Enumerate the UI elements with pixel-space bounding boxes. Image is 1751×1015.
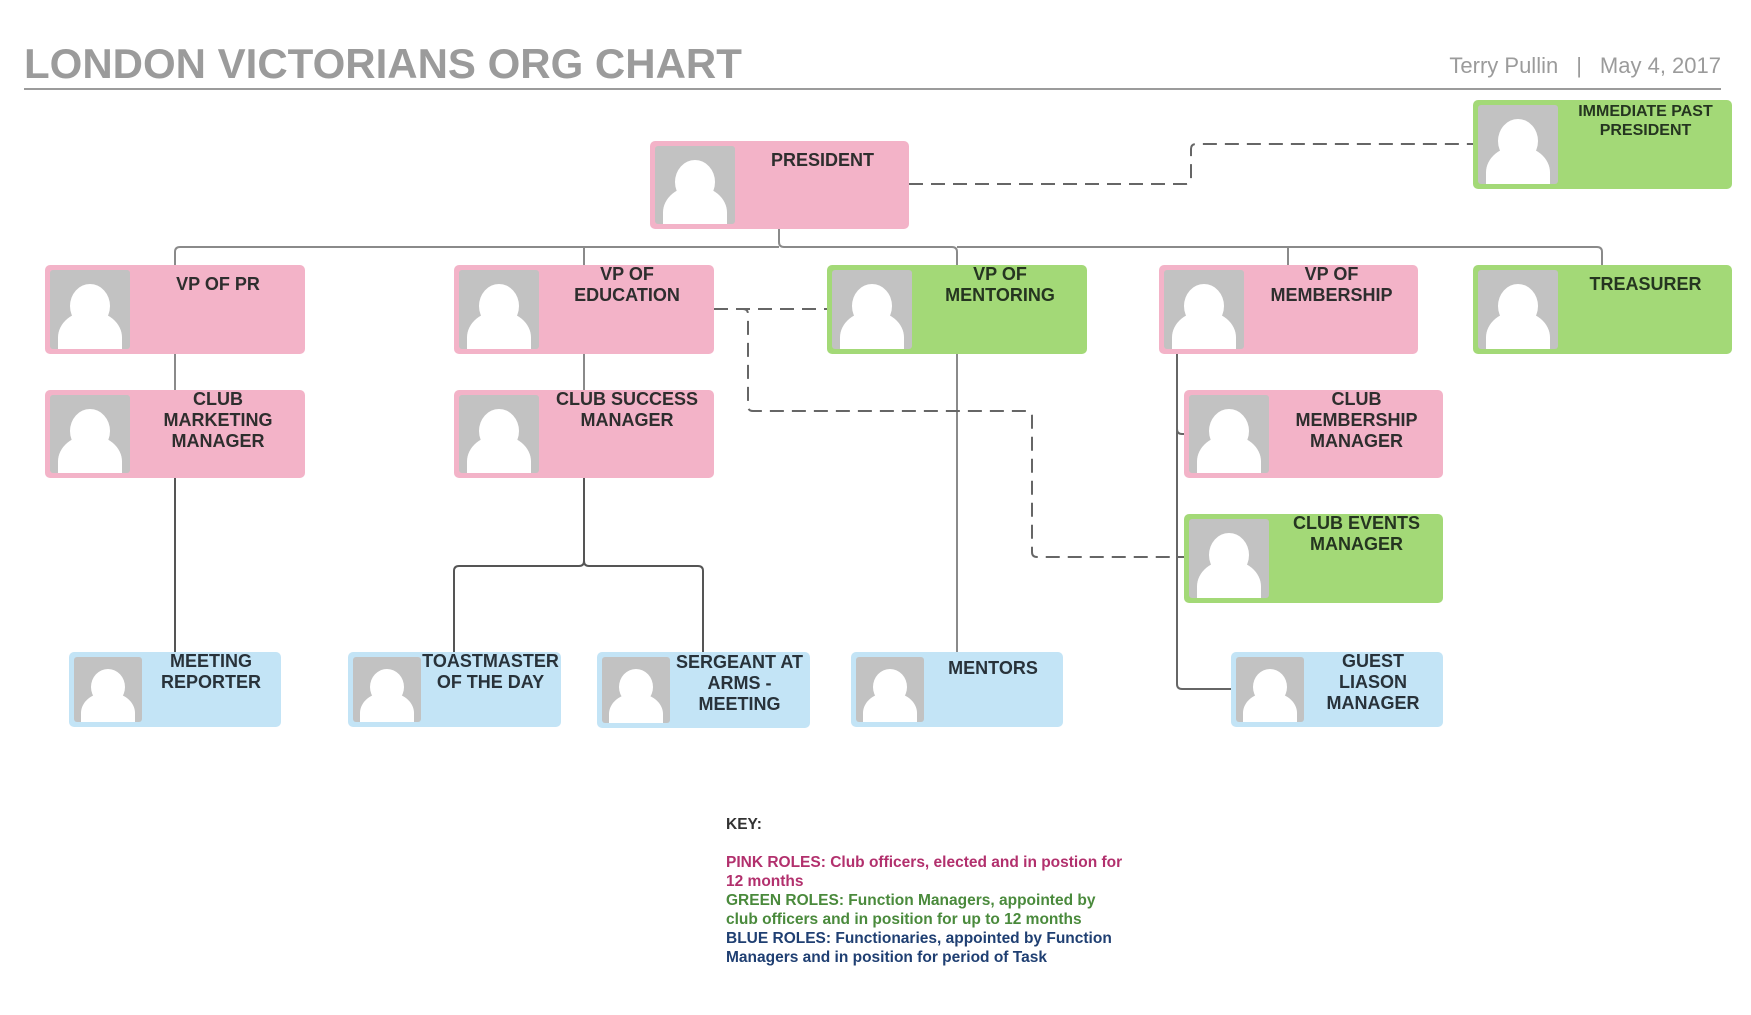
node-label: CLUB SUCCESS MANAGER <box>555 389 698 430</box>
node-club-events-manager[interactable]: CLUB EVENTS MANAGER <box>1184 513 1443 603</box>
node-label: VP OF MEMBERSHIP <box>1270 264 1393 305</box>
person-placeholder-icon <box>655 146 735 224</box>
person-placeholder-icon <box>74 657 142 722</box>
node-label: CLUB MARKETING MANAGER <box>163 389 273 451</box>
node-club-success-manager[interactable]: CLUB SUCCESS MANAGER <box>454 389 714 478</box>
node-guest-liason-manager[interactable]: GUEST LIASON MANAGER <box>1231 651 1443 727</box>
person-placeholder-icon <box>1236 657 1304 722</box>
node-label: MEETING REPORTER <box>160 651 261 692</box>
node-meeting-reporter[interactable]: MEETING REPORTER <box>69 651 281 727</box>
person-placeholder-icon <box>1164 270 1244 349</box>
dashed-president-past-president <box>909 143 1473 185</box>
node-vp-mentoring[interactable]: VP OF MENTORING <box>827 264 1087 354</box>
person-placeholder-icon <box>50 270 130 349</box>
person-placeholder-icon <box>602 657 670 723</box>
connector-club-success-children <box>453 478 704 652</box>
person-placeholder-icon <box>1189 519 1269 598</box>
key-pink-roles: PINK ROLES: Club officers, elected and i… <box>726 854 1123 890</box>
node-label: TREASURER <box>1589 274 1702 294</box>
node-label: SERGEANT AT ARMS - MEETING <box>675 652 803 714</box>
node-label: VP OF EDUCATION <box>574 264 680 305</box>
person-placeholder-icon <box>459 270 539 349</box>
connector-bus-right <box>957 246 1603 265</box>
person-placeholder-icon <box>1478 270 1558 349</box>
node-vp-pr[interactable]: VP OF PR <box>45 265 305 354</box>
node-sergeant-at-arms[interactable]: SERGEANT AT ARMS - MEETING <box>597 652 810 728</box>
node-label: IMMEDIATE PAST PRESIDENT <box>1578 103 1713 139</box>
node-label: PRESIDENT <box>770 150 875 170</box>
key-blue-roles: BLUE ROLES: Functionaries, appointed by … <box>726 930 1112 966</box>
node-club-membership-manager[interactable]: CLUB MEMBERSHIP MANAGER <box>1184 389 1443 478</box>
node-president[interactable]: PRESIDENT <box>650 141 909 229</box>
person-placeholder-icon <box>353 657 421 722</box>
node-vp-membership[interactable]: VP OF MEMBERSHIP <box>1159 264 1418 354</box>
node-label: CLUB MEMBERSHIP MANAGER <box>1295 389 1418 451</box>
person-placeholder-icon <box>1478 105 1558 184</box>
person-placeholder-icon <box>856 657 924 722</box>
node-mentors[interactable]: MENTORS <box>851 652 1063 727</box>
node-club-marketing-manager[interactable]: CLUB MARKETING MANAGER <box>45 389 305 478</box>
node-label: CLUB EVENTS MANAGER <box>1292 513 1420 554</box>
key-green-roles: GREEN ROLES: Function Managers, appointe… <box>726 892 1096 928</box>
key-title: KEY: <box>726 816 762 833</box>
legend-key: KEY: PINK ROLES: Club officers, elected … <box>726 815 1126 967</box>
connector-president-bus <box>778 229 958 265</box>
node-label: GUEST LIASON MANAGER <box>1326 651 1420 713</box>
person-placeholder-icon <box>459 395 539 473</box>
person-placeholder-icon <box>50 395 130 473</box>
node-treasurer[interactable]: TREASURER <box>1473 265 1732 354</box>
node-label: MENTORS <box>948 658 1038 678</box>
node-vp-education[interactable]: VP OF EDUCATION <box>454 264 714 354</box>
node-immediate-past-president[interactable]: IMMEDIATE PAST PRESIDENT <box>1473 100 1732 189</box>
node-toastmaster-of-the-day[interactable]: TOASTMASTER OF THE DAY <box>348 651 561 727</box>
connector-bus-left <box>174 246 779 265</box>
node-label: TOASTMASTER OF THE DAY <box>422 651 559 692</box>
person-placeholder-icon <box>832 270 912 349</box>
person-placeholder-icon <box>1189 395 1269 473</box>
node-label: VP OF PR <box>176 274 260 294</box>
node-label: VP OF MENTORING <box>945 264 1055 305</box>
